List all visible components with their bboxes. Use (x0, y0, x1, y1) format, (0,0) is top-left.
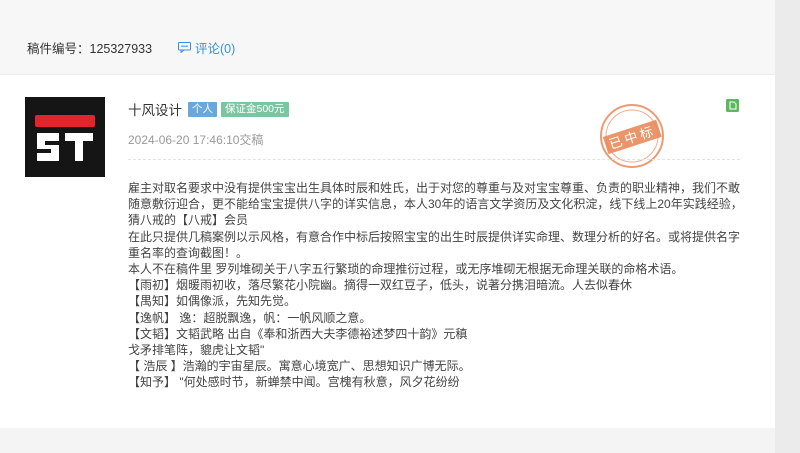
comment-bubble-icon (178, 42, 191, 53)
designer-logo (25, 97, 105, 177)
section-divider (128, 159, 740, 160)
document-icon[interactable] (726, 99, 739, 112)
manuscript-card: 稿件编号：125327933 评论(0) 十风设计 个人 保证金500元 202… (0, 0, 775, 428)
designer-name[interactable]: 十风设计 (128, 99, 182, 119)
comment-link[interactable]: 评论(0) (178, 38, 235, 57)
manuscript-id: 稿件编号：125327933 (27, 42, 153, 56)
comment-label: 评论(0) (195, 42, 236, 56)
name-suggestion: 【逸帆】 逸：超脱飘逸，帆：一帆风顺之意。 (128, 310, 372, 325)
page-background-bottom (0, 428, 775, 453)
designer-avatar[interactable] (25, 97, 105, 177)
name-suggestion-line: 戈矛排笔阵，貔虎让文韬" (128, 343, 265, 358)
name-suggestion: 【知予】 "何处感时节，新蝉禁中闻。宫槐有秋意，风夕花纷纷 (128, 375, 460, 390)
name-suggestion: 【雨初】烟暖雨初收，落尽繁花小院幽。摘得一双红豆子，低头，说著分携泪暗流。人去似… (128, 278, 633, 293)
name-suggestion: 【文韬】文韬武略 出自《奉和浙西大夫李德裕述梦四十韵》元稹 (128, 326, 468, 341)
manuscript-content: 雇主对取名要求中没有提供宝宝出生具体时辰和姓氏，出于对您的尊重与及对宝宝尊重、负… (128, 180, 743, 391)
content-paragraph: 本人不在稿件里 罗列堆砌关于八字五行繁琐的命理推衍过程，或无序堆砌无根据无命理关… (128, 262, 684, 277)
personal-badge: 个人 (188, 101, 217, 117)
content-paragraph: 雇主对取名要求中没有提供宝宝出生具体时辰和姓氏，出于对您的尊重与及对宝宝尊重、负… (128, 181, 743, 228)
manuscript-topbar: 稿件编号：125327933 评论(0) (0, 0, 775, 75)
name-suggestion: 【禺知】如偶像派，先知先觉。 (128, 294, 297, 309)
name-suggestion: 【 浩辰 】浩瀚的宇宙星辰。寓意心境宽广、思想知识广博无际。 (128, 359, 471, 374)
deposit-badge: 保证金500元 (221, 101, 289, 117)
right-sidebar-strip (775, 0, 800, 453)
content-paragraph: 在此只提供几稿案例以示风格，有意合作中标后按照宝宝的出生时辰提供详实命理、数理分… (128, 229, 741, 260)
submit-time: 2024-06-20 17:46:10交稿 (128, 133, 264, 147)
designer-header: 十风设计 个人 保证金500元 (128, 99, 293, 119)
